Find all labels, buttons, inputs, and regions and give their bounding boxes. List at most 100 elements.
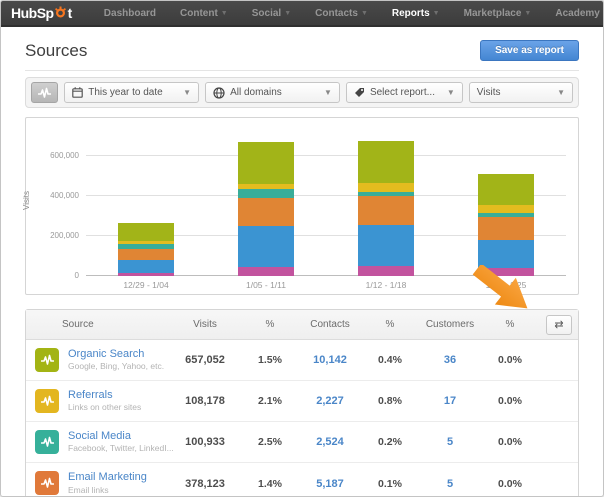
col-visits[interactable]: Visits	[166, 319, 244, 330]
top-nav: HubSp t Dashboard Content ▼ Social ▼ Contacts…	[1, 1, 603, 27]
sources-chart-panel: Visits 0 200,000 400,000 600,000 12/29 - 1/…	[21, 117, 579, 295]
nav-item-dashboard[interactable]: Dashboard	[104, 8, 156, 19]
source-icon	[35, 429, 59, 454]
contacts-link[interactable]: 2,227	[296, 395, 364, 407]
col-visits-pct[interactable]: %	[244, 319, 296, 330]
orange-segment[interactable]	[478, 217, 534, 240]
chart-type-button[interactable]	[31, 82, 59, 103]
col-customers[interactable]: Customers	[416, 319, 484, 330]
blue-segment[interactable]	[478, 239, 534, 269]
source-link[interactable]: Organic Search	[68, 348, 164, 362]
magenta-segment[interactable]	[118, 273, 174, 276]
col-contacts-pct[interactable]: %	[364, 319, 416, 330]
x-axis-tick: 12/29 - 1/04	[123, 280, 169, 290]
green-segment[interactable]	[358, 141, 414, 184]
customers-pct-value: 0.0%	[498, 395, 522, 407]
tag-icon	[354, 88, 364, 97]
source-description: Google, Bing, Yahoo, etc.	[68, 361, 165, 372]
swap-arrows-icon: ⇄	[554, 319, 564, 331]
visits-value: 108,178	[185, 395, 225, 407]
metric-value: Visits	[476, 87, 501, 98]
source-link[interactable]: Email Marketing	[68, 471, 147, 485]
contacts-link[interactable]: 10,142	[296, 354, 364, 366]
date-range-dropdown[interactable]: This year to date ▼	[64, 82, 200, 103]
source-link[interactable]: Social Media	[68, 430, 174, 444]
calendar-icon	[72, 87, 84, 98]
col-contacts[interactable]: Contacts	[296, 319, 364, 330]
nav-item-academy[interactable]: Academy▼	[555, 8, 603, 19]
globe-icon	[213, 86, 225, 99]
customers-link[interactable]: 5	[416, 436, 484, 448]
chevron-down-icon: ▼	[557, 88, 566, 97]
nav-item-social[interactable]: Social ▼	[252, 8, 291, 19]
chevron-down-icon: ▼	[360, 9, 368, 17]
col-customers-pct[interactable]: %	[484, 319, 536, 330]
y-axis-title: Visits	[21, 191, 31, 210]
nav-item-content[interactable]: Content ▼	[180, 8, 228, 19]
report-value: Select report...	[369, 87, 435, 98]
visits-value: 378,123	[185, 477, 225, 490]
blue-segment[interactable]	[238, 226, 294, 268]
blue-segment[interactable]	[118, 260, 174, 274]
customers-link[interactable]: 36	[416, 354, 484, 366]
hubspot-logo[interactable]: HubSp t	[11, 5, 72, 21]
x-axis-labels: 12/29 - 1/04 1/05 - 1/11 1/12 - 1/18 1/19 -…	[86, 280, 566, 290]
customize-columns-button[interactable]: ⇄	[546, 314, 572, 335]
x-axis-tick: 1/12 - 1/18	[365, 280, 407, 290]
metric-dropdown[interactable]: Visits ▼	[468, 82, 574, 103]
source-icon	[35, 347, 59, 372]
col-source[interactable]: Source	[26, 319, 166, 330]
contacts-pct-value: 0.8%	[378, 395, 402, 407]
table-header-row: Source Visits % Contacts % Customers % ⇄	[26, 310, 578, 340]
magenta-segment[interactable]	[358, 265, 414, 276]
date-range-value: This year to date	[88, 87, 163, 98]
visits-value: 657,052	[185, 354, 225, 366]
magenta-segment[interactable]	[478, 268, 534, 276]
green-segment[interactable]	[118, 222, 174, 242]
blue-segment[interactable]	[358, 225, 414, 266]
green-segment[interactable]	[478, 173, 534, 205]
yellow-segment[interactable]	[358, 183, 414, 192]
domain-value: All domains	[230, 87, 282, 98]
save-as-report-button[interactable]: Save as report	[480, 40, 579, 61]
yellow-segment[interactable]	[478, 204, 534, 213]
report-dropdown[interactable]: Select report... ▼	[345, 82, 463, 103]
stacked-bar-12-29---1-04[interactable]	[118, 222, 174, 276]
contacts-link[interactable]: 2,524	[296, 436, 364, 448]
domain-dropdown[interactable]: All domains ▼	[205, 82, 340, 103]
chevron-down-icon: ▼	[284, 9, 292, 17]
source-description: Email links	[68, 484, 109, 495]
nav-item-reports[interactable]: Reports ▼	[392, 8, 440, 19]
table-row-referrals: Referrals Links on other sites 108,178 2…	[26, 381, 578, 422]
nav-item-marketplace[interactable]: Marketplace ▼	[464, 8, 532, 19]
source-icon	[35, 388, 59, 413]
contacts-pct-value: 0.2%	[378, 436, 402, 448]
green-segment[interactable]	[238, 142, 294, 184]
stacked-bar-1-05---1-11[interactable]	[238, 142, 294, 276]
orange-segment[interactable]	[238, 198, 294, 227]
magenta-segment[interactable]	[238, 267, 294, 276]
stacked-bar-1-12---1-18[interactable]	[358, 141, 414, 276]
visits-value: 100,933	[185, 436, 225, 448]
customers-pct-value: 0.0%	[498, 436, 522, 448]
nav-menu: Dashboard Content ▼ Social ▼ Contacts ▼ Reports…	[104, 8, 603, 19]
logo-text-left: HubSp	[11, 5, 54, 21]
customers-link[interactable]: 17	[416, 395, 484, 407]
chevron-down-icon: ▼	[183, 88, 192, 97]
customers-link[interactable]: 5	[416, 478, 484, 490]
nav-item-contacts[interactable]: Contacts ▼	[315, 8, 368, 19]
orange-segment[interactable]	[118, 248, 174, 261]
y-axis-tick: 400,000	[50, 191, 79, 200]
orange-segment[interactable]	[358, 196, 414, 226]
y-axis-tick: 200,000	[50, 231, 79, 240]
teal-segment[interactable]	[238, 188, 294, 199]
source-link[interactable]: Referrals	[68, 389, 141, 403]
area-chart-icon	[38, 87, 52, 98]
source-description: Links on other sites	[68, 402, 142, 413]
contacts-link[interactable]: 5,187	[296, 478, 364, 490]
x-axis-tick: 1/05 - 1/11	[245, 280, 286, 290]
table-row-social-media: Social Media Facebook, Twitter, LinkedI.…	[26, 422, 578, 463]
sources-table: Source Visits % Contacts % Customers % ⇄…	[25, 309, 579, 496]
contacts-pct-value: 0.4%	[378, 354, 402, 366]
stacked-bar-1-19---1-25[interactable]	[478, 173, 534, 276]
